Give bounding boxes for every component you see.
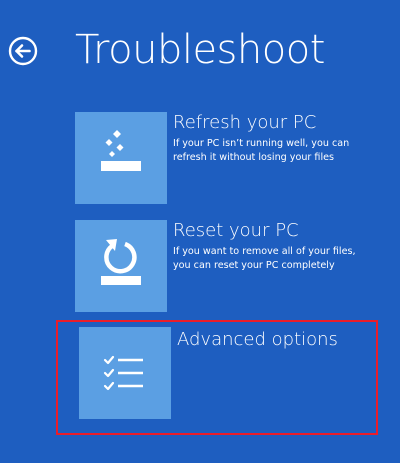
back-button[interactable] (8, 36, 38, 66)
reset-pc-tile (75, 220, 167, 312)
refresh-pc-icon (101, 130, 141, 171)
page-title: Troubleshoot (75, 27, 325, 73)
refresh-pc-description-line: refresh it without losing your files (173, 152, 335, 163)
refresh-pc-tile (75, 112, 167, 204)
reset-pc-icon (101, 239, 141, 285)
refresh-pc-description-line: If your PC isn’t running well, you can (173, 138, 350, 149)
reset-pc-title: Reset your PC (173, 220, 299, 241)
refresh-pc-description: If your PC isn’t running well, you can r… (173, 137, 375, 165)
refresh-pc-option[interactable]: Refresh your PC If your PC isn’t running… (75, 112, 375, 207)
refresh-pc-title: Refresh your PC (173, 112, 317, 133)
highlight-box (56, 320, 378, 435)
back-arrow-circle-icon (8, 36, 38, 66)
reset-pc-description-line: If you want to remove all of your files, (173, 246, 356, 257)
reset-pc-description-line: you can reset your PC completely (173, 260, 335, 271)
reset-pc-description: If you want to remove all of your files,… (173, 245, 375, 273)
reset-pc-option[interactable]: Reset your PC If you want to remove all … (75, 220, 375, 315)
